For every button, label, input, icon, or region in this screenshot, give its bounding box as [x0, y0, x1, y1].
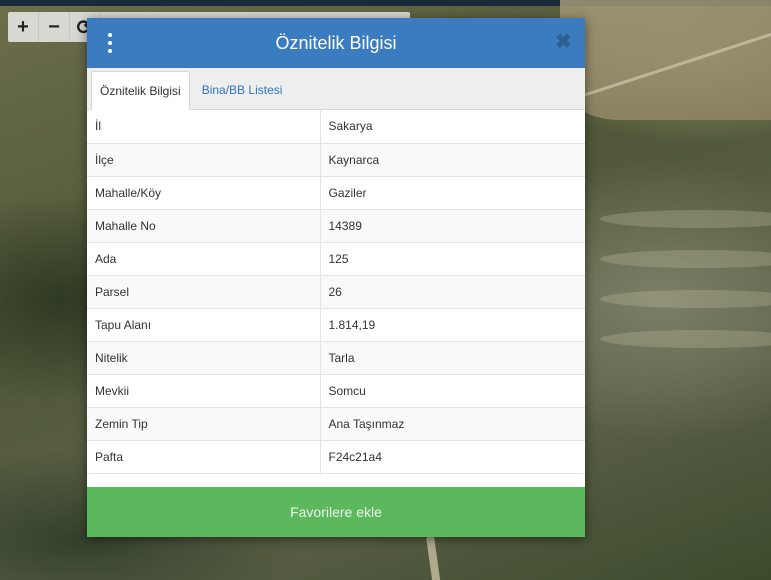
dialog-header: Öznitelik Bilgisi ✖ [87, 18, 585, 68]
table-row: Ada 125 [87, 242, 585, 276]
tab-building-list[interactable]: Bina/BB Listesi [190, 71, 291, 109]
table-row: İlçe Kaynarca [87, 143, 585, 177]
map-path [425, 534, 443, 580]
zoom-in-icon[interactable]: + [8, 12, 39, 42]
attribute-key: İlçe [87, 143, 321, 177]
add-to-favorites-button[interactable]: Favorilere ekle [87, 487, 585, 537]
table-row: Parsel 26 [87, 275, 585, 309]
kebab-menu-icon[interactable] [105, 33, 115, 53]
table-row: İl Sakarya [87, 110, 585, 144]
map-field-band [600, 210, 771, 228]
attribute-key: Parsel [87, 275, 321, 309]
attribute-value: 125 [320, 242, 585, 276]
attribute-value: Gaziler [320, 176, 585, 210]
zoom-out-icon[interactable]: − [39, 12, 70, 42]
attribute-table: İl Sakarya İlçe Kaynarca Mahalle/Köy Gaziler M… [87, 110, 585, 474]
dialog-tabs: Öznitelik Bilgisi Bina/BB Listesi [87, 68, 585, 110]
table-row: Mahalle/Köy Gaziler [87, 176, 585, 210]
attribute-key: Mahalle/Köy [87, 176, 321, 210]
map-field-band [600, 290, 771, 308]
map-field-band [600, 330, 771, 348]
attribute-value: Somcu [320, 374, 585, 408]
attribute-value: 14389 [320, 209, 585, 243]
attribute-value: Kaynarca [320, 143, 585, 177]
attribute-value: 26 [320, 275, 585, 309]
attribute-key: İl [87, 110, 321, 144]
attribute-key: Pafta [87, 440, 321, 474]
attribute-value: Ana Taşınmaz [320, 407, 585, 441]
attribute-key: Mevkii [87, 374, 321, 408]
tab-attribute-info[interactable]: Öznitelik Bilgisi [91, 71, 190, 110]
map-field-band [600, 250, 771, 268]
table-row: Tapu Alanı 1.814,19 [87, 308, 585, 342]
attribute-value: Tarla [320, 341, 585, 375]
attribute-value: F24c21a4 [320, 440, 585, 474]
attribute-key: Ada [87, 242, 321, 276]
close-icon[interactable]: ✖ [555, 32, 572, 52]
attribute-value: 1.814,19 [320, 308, 585, 342]
attribute-key: Zemin Tip [87, 407, 321, 441]
table-row: Zemin Tip Ana Taşınmaz [87, 407, 585, 441]
attribute-value: Sakarya [320, 110, 585, 144]
attribute-key: Tapu Alanı [87, 308, 321, 342]
table-row: Mahalle No 14389 [87, 209, 585, 243]
table-row: Mevkii Somcu [87, 374, 585, 408]
table-row: Pafta F24c21a4 [87, 440, 585, 474]
map-field [560, 0, 771, 120]
dialog-title: Öznitelik Bilgisi [275, 32, 397, 53]
attribute-key: Mahalle No [87, 209, 321, 243]
attribute-key: Nitelik [87, 341, 321, 375]
table-row: Nitelik Tarla [87, 341, 585, 375]
attribute-dialog: Öznitelik Bilgisi ✖ Öznitelik Bilgisi Bi… [87, 18, 585, 537]
